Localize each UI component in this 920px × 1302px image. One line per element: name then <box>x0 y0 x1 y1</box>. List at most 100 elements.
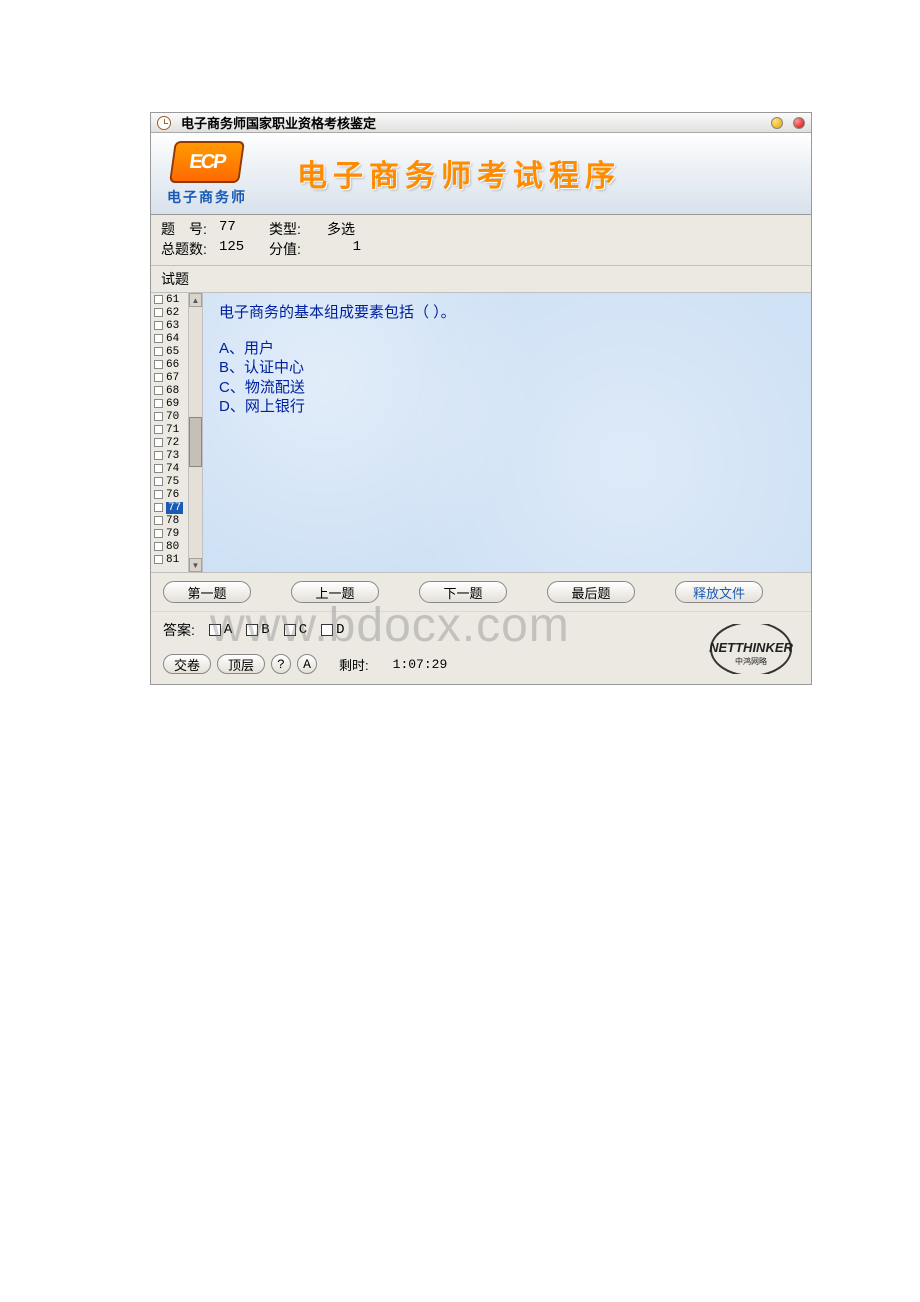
list-item[interactable]: 73 <box>151 449 188 462</box>
first-button[interactable]: 第一题 <box>163 581 251 603</box>
time-label: 剩时: <box>339 655 369 674</box>
list-item[interactable]: 70 <box>151 410 188 423</box>
score-value: 1 <box>327 239 367 259</box>
release-file-button[interactable]: 释放文件 <box>675 581 763 603</box>
minimize-button[interactable] <box>771 117 783 129</box>
checkbox-icon <box>154 451 163 460</box>
question-option: C、物流配送 <box>219 378 795 398</box>
list-item[interactable]: 80 <box>151 540 188 553</box>
help-button[interactable]: ? <box>271 654 291 674</box>
checkbox-icon <box>321 624 333 636</box>
checkbox-icon <box>154 555 163 564</box>
list-item[interactable]: 68 <box>151 384 188 397</box>
submit-button[interactable]: 交卷 <box>163 654 211 674</box>
banner-title: 电子商务师考试程序 <box>297 151 621 195</box>
question-number: 70 <box>166 411 179 423</box>
list-item[interactable]: 76 <box>151 488 188 501</box>
list-item[interactable]: 62 <box>151 306 188 319</box>
checkbox-icon <box>154 295 163 304</box>
close-button[interactable] <box>793 117 805 129</box>
logo: ECP 电子商务师 <box>167 141 247 207</box>
prev-button[interactable]: 上一题 <box>291 581 379 603</box>
last-button[interactable]: 最后题 <box>547 581 635 603</box>
question-number: 68 <box>166 385 179 397</box>
list-item[interactable]: 66 <box>151 358 188 371</box>
question-number: 73 <box>166 450 179 462</box>
checkbox-icon <box>154 477 163 486</box>
list-item[interactable]: 78 <box>151 514 188 527</box>
content-row: 6162636465666768697071727374757677787980… <box>151 293 811 573</box>
checkbox-icon <box>154 542 163 551</box>
checkbox-icon <box>209 624 221 636</box>
list-item[interactable]: 67 <box>151 371 188 384</box>
question-option: A、用户 <box>219 339 795 359</box>
checkbox-icon <box>154 464 163 473</box>
list-item[interactable]: 65 <box>151 345 188 358</box>
total-label: 总题数: <box>161 239 219 259</box>
checkbox-icon <box>154 386 163 395</box>
type-value: 多选 <box>327 219 367 239</box>
list-item[interactable]: 71 <box>151 423 188 436</box>
question-number: 72 <box>166 437 179 449</box>
question-number: 63 <box>166 320 179 332</box>
answer-label: 答案: <box>163 620 195 640</box>
question-number: 69 <box>166 398 179 410</box>
total-value: 125 <box>219 239 269 259</box>
answer-options: A B C D <box>209 622 345 638</box>
top-button[interactable]: 顶层 <box>217 654 265 674</box>
question-number: 66 <box>166 359 179 371</box>
banner: ECP 电子商务师 电子商务师考试程序 <box>151 133 811 215</box>
logo-icon: ECP <box>169 141 245 183</box>
logo-subtitle: 电子商务师 <box>167 187 247 207</box>
answer-checkbox-c[interactable]: C <box>284 622 307 638</box>
window-title: 电子商务师国家职业资格考核鉴定 <box>177 113 765 132</box>
question-number: 71 <box>166 424 179 436</box>
question-option: D、网上银行 <box>219 397 795 417</box>
answer-checkbox-b[interactable]: B <box>246 622 269 638</box>
checkbox-icon <box>154 516 163 525</box>
scroll-track[interactable] <box>189 307 202 558</box>
scroll-up-icon[interactable]: ▲ <box>189 293 202 307</box>
question-number: 62 <box>166 307 179 319</box>
list-item[interactable]: 75 <box>151 475 188 488</box>
checkbox-icon <box>246 624 258 636</box>
scrollbar[interactable]: ▲ ▼ <box>188 293 202 572</box>
checkbox-icon <box>284 624 296 636</box>
list-item[interactable]: 64 <box>151 332 188 345</box>
question-number: 61 <box>166 294 179 306</box>
list-item[interactable]: 72 <box>151 436 188 449</box>
a-button[interactable]: A <box>297 654 317 674</box>
brand-sub: 中鸿网略 <box>735 656 767 666</box>
app-window: 电子商务师国家职业资格考核鉴定 ECP 电子商务师 电子商务师考试程序 题 号:… <box>150 112 812 685</box>
score-label: 分值: <box>269 239 327 259</box>
checkbox-icon <box>154 373 163 382</box>
list-item[interactable]: 77 <box>151 501 188 514</box>
question-number: 79 <box>166 528 179 540</box>
list-item[interactable]: 79 <box>151 527 188 540</box>
list-item[interactable]: 63 <box>151 319 188 332</box>
question-list-items[interactable]: 6162636465666768697071727374757677787980… <box>151 293 188 572</box>
scroll-down-icon[interactable]: ▼ <box>189 558 202 572</box>
question-number: 75 <box>166 476 179 488</box>
checkbox-icon <box>154 334 163 343</box>
checkbox-icon <box>154 321 163 330</box>
checkbox-icon <box>154 412 163 421</box>
list-item[interactable]: 81 <box>151 553 188 566</box>
list-item[interactable]: 74 <box>151 462 188 475</box>
question-list: 6162636465666768697071727374757677787980… <box>151 293 203 572</box>
qnum-label: 题 号: <box>161 219 219 239</box>
checkbox-icon <box>154 399 163 408</box>
list-item[interactable]: 61 <box>151 293 188 306</box>
question-number: 64 <box>166 333 179 345</box>
question-number: 80 <box>166 541 179 553</box>
scroll-thumb[interactable] <box>189 417 202 467</box>
question-number: 77 <box>166 502 183 514</box>
answer-checkbox-a[interactable]: A <box>209 622 232 638</box>
answer-checkbox-d[interactable]: D <box>321 622 344 638</box>
question-option: B、认证中心 <box>219 358 795 378</box>
question-body: 电子商务的基本组成要素包括（ ）。 A、用户 B、认证中心 C、物流配送 D、网… <box>203 293 811 572</box>
clock-icon <box>157 116 171 130</box>
list-item[interactable]: 69 <box>151 397 188 410</box>
next-button[interactable]: 下一题 <box>419 581 507 603</box>
question-stem: 电子商务的基本组成要素包括（ ）。 <box>219 303 795 323</box>
